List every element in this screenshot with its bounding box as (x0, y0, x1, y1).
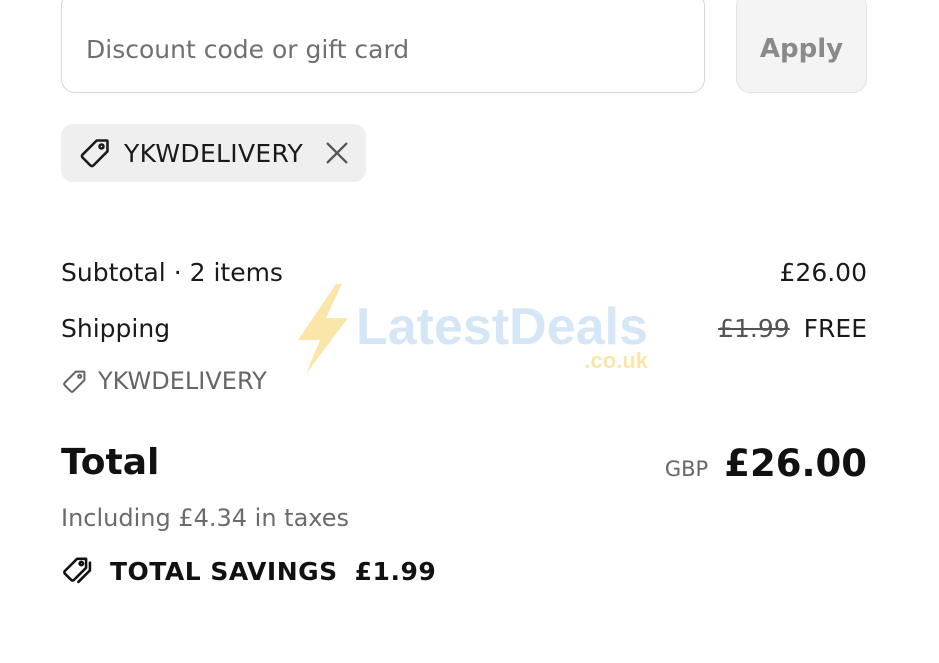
savings-amount: £1.99 (354, 556, 437, 586)
taxes-note: Including £4.34 in taxes (61, 504, 350, 532)
total-amount: £26.00 (724, 442, 867, 485)
tag-icon (80, 139, 109, 168)
total-currency: GBP (664, 457, 709, 481)
shipping-original-price: £1.99 (718, 314, 790, 343)
close-icon[interactable] (323, 139, 351, 167)
shipping-discount-code: YKWDELIVERY (61, 367, 267, 395)
lightning-bolt-icon (298, 284, 348, 374)
shipping-value-group: £1.99 FREE (718, 314, 867, 343)
apply-button[interactable]: Apply (736, 0, 867, 93)
shipping-code-label: YKWDELIVERY (98, 367, 267, 395)
subtotal-value: £26.00 (779, 258, 867, 287)
tag-icon (63, 370, 86, 393)
total-label: Total (61, 442, 160, 483)
watermark-brand: LatestDeals (356, 298, 648, 356)
subtotal-label: Subtotal · 2 items (61, 258, 283, 287)
savings-tags-icon (63, 557, 92, 584)
watermark-domain: .co.uk (584, 348, 648, 373)
latestdeals-watermark: LatestDeals .co.uk (298, 284, 649, 374)
total-savings: TOTAL SAVINGS £1.99 (61, 554, 436, 588)
shipping-value: FREE (803, 314, 867, 343)
savings-label: TOTAL SAVINGS (110, 556, 338, 586)
discount-code-input[interactable] (61, 0, 705, 93)
shipping-label: Shipping (61, 314, 171, 343)
applied-discount-chip: YKWDELIVERY (61, 124, 366, 182)
applied-discount-code: YKWDELIVERY (124, 138, 304, 168)
total-value: GBP £26.00 (665, 442, 867, 485)
